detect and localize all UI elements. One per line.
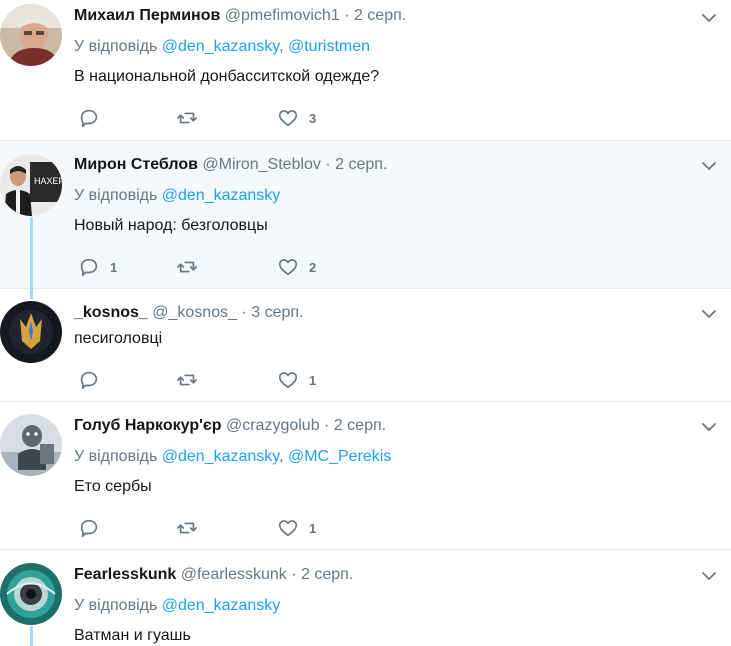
tweet-header: Михаил Перминов @pmefimovich1 · 2 серп. — [74, 6, 406, 26]
tweet[interactable]: НАХЕР Мирон Стеблов @Miron_Steblov · 2 с… — [0, 141, 731, 289]
separator: · — [325, 156, 331, 173]
retweet-button[interactable] — [176, 369, 208, 391]
reply-button[interactable] — [78, 517, 110, 539]
author-name[interactable]: Голуб Наркокур'єр — [74, 417, 222, 434]
author-handle[interactable]: @Miron_Steblov — [202, 156, 321, 173]
mention-link[interactable]: @den_kazansky — [162, 448, 279, 465]
mention-link[interactable]: @turistmen — [288, 38, 370, 55]
retweet-icon — [177, 522, 197, 534]
reply-context: У відповідь @den_kazansky, @turistmen — [74, 38, 371, 55]
thread-line — [30, 626, 33, 646]
reply-icon — [80, 371, 98, 390]
retweet-icon — [177, 261, 197, 273]
reply-prefix: У відповідь — [74, 448, 158, 465]
thread-line — [30, 217, 33, 289]
reply-icon — [80, 258, 98, 277]
separator: · — [344, 7, 350, 24]
chevron-down-icon[interactable] — [699, 417, 719, 437]
separator: · — [324, 417, 330, 434]
tweet[interactable]: Fearlesskunk @fearlesskunk · 2 серп. У в… — [0, 550, 731, 646]
reply-context: У відповідь @den_kazansky, @MC_Perekis — [74, 448, 392, 465]
like-count: 1 — [309, 520, 317, 536]
tweet-actions: 3 — [74, 107, 394, 129]
like-button[interactable]: 3 — [277, 107, 316, 129]
chevron-down-icon[interactable] — [699, 8, 719, 28]
avatar[interactable]: НАХЕР — [0, 154, 62, 216]
reply-icon — [80, 109, 98, 128]
author-name[interactable]: _kosnos_ — [74, 304, 148, 321]
mention-link[interactable]: @den_kazansky — [162, 597, 281, 614]
author-handle[interactable]: @crazygolub — [226, 417, 320, 434]
reply-button[interactable]: 1 — [78, 256, 117, 278]
mention-link[interactable]: @MC_Perekis — [288, 448, 391, 465]
author-name[interactable]: Мирон Стеблов — [74, 156, 198, 173]
reply-count: 1 — [110, 259, 118, 275]
tweet-feed: Михаил Перминов @pmefimovich1 · 2 серп. … — [0, 0, 731, 646]
mention-link[interactable]: @den_kazansky — [162, 187, 281, 204]
svg-text:НАХЕР: НАХЕР — [34, 176, 62, 186]
chevron-down-icon[interactable] — [699, 304, 719, 324]
like-button[interactable]: 1 — [277, 369, 316, 391]
retweet-icon — [177, 112, 197, 124]
tweet-text: Новый народ: безголовцы — [74, 217, 268, 234]
tweet-text: Ето сербы — [74, 478, 152, 495]
separator: · — [291, 566, 297, 583]
tweet[interactable]: _kosnos_ @_kosnos_ · 3 серп. песиголовці… — [0, 289, 731, 402]
author-handle[interactable]: @fearlesskunk — [181, 566, 287, 583]
author-handle[interactable]: @_kosnos_ — [152, 304, 237, 321]
tweet-header: Мирон Стеблов @Miron_Steblov · 2 серп. — [74, 155, 387, 175]
reply-context: У відповідь @den_kazansky — [74, 186, 280, 206]
tweet-date[interactable]: 2 серп. — [354, 7, 406, 24]
avatar[interactable] — [0, 414, 62, 476]
reply-prefix: У відповідь — [74, 38, 158, 55]
tweet-header: _kosnos_ @_kosnos_ · 3 серп. — [74, 303, 303, 323]
tweet-text: Ватман и гуашь — [74, 627, 191, 644]
tweet-actions: 1 — [74, 369, 394, 391]
like-count: 2 — [309, 259, 317, 275]
tweet-text: В национальной донбасситской одежде? — [74, 68, 380, 85]
retweet-button[interactable] — [176, 107, 208, 129]
tweet-date[interactable]: 2 серп. — [335, 156, 387, 173]
chevron-down-icon[interactable] — [699, 566, 719, 586]
tweet-actions: 1 2 — [74, 256, 394, 278]
tweet-text: песиголовці — [74, 330, 163, 347]
tweet-actions: 1 — [74, 517, 394, 539]
author-handle[interactable]: @pmefimovich1 — [225, 7, 340, 24]
avatar[interactable] — [0, 4, 62, 66]
author-name[interactable]: Михаил Перминов — [74, 7, 220, 24]
reply-prefix: У відповідь — [74, 597, 158, 614]
heart-icon — [278, 110, 298, 127]
mention-link[interactable]: @den_kazansky — [162, 38, 279, 55]
reply-button[interactable] — [78, 107, 110, 129]
tweet-header: Fearlesskunk @fearlesskunk · 2 серп. — [74, 565, 353, 585]
tweet-date[interactable]: 2 серп. — [301, 566, 353, 583]
like-count: 3 — [309, 110, 317, 126]
avatar[interactable] — [0, 301, 62, 363]
like-count: 1 — [309, 372, 317, 388]
reply-button[interactable] — [78, 369, 110, 391]
thread-line — [30, 289, 33, 299]
heart-icon — [278, 520, 298, 537]
reply-context: У відповідь @den_kazansky — [74, 596, 280, 616]
tweet[interactable]: Михаил Перминов @pmefimovich1 · 2 серп. … — [0, 0, 731, 141]
tweet-date[interactable]: 3 серп. — [251, 304, 303, 321]
reply-prefix: У відповідь — [74, 187, 158, 204]
retweet-button[interactable] — [176, 517, 208, 539]
author-name[interactable]: Fearlesskunk — [74, 566, 176, 583]
separator: · — [241, 304, 247, 321]
tweet[interactable]: Голуб Наркокур'єр @crazygolub · 2 серп. … — [0, 402, 731, 550]
heart-icon — [278, 259, 298, 276]
retweet-icon — [177, 374, 197, 386]
tweet-header: Голуб Наркокур'єр @crazygolub · 2 серп. — [74, 416, 386, 436]
tweet-date[interactable]: 2 серп. — [334, 417, 386, 434]
avatar[interactable] — [0, 563, 62, 625]
heart-icon — [278, 372, 298, 389]
reply-icon — [80, 519, 98, 538]
chevron-down-icon[interactable] — [699, 156, 719, 176]
retweet-button[interactable] — [176, 256, 208, 278]
like-button[interactable]: 2 — [277, 256, 316, 278]
like-button[interactable]: 1 — [277, 517, 316, 539]
